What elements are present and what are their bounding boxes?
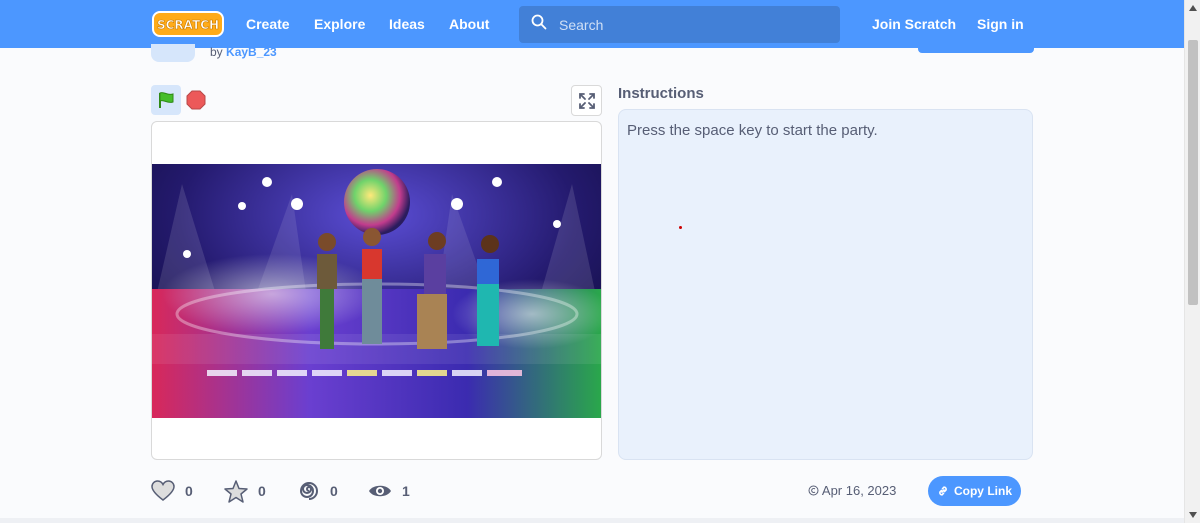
remix-swirl-icon	[299, 482, 318, 500]
copy-link-button[interactable]: Copy Link	[928, 476, 1021, 506]
top-navbar: SCRATCH Create Explore Ideas About Join …	[0, 0, 1184, 48]
project-stage[interactable]	[151, 121, 602, 460]
share-date: Apr 16, 2023	[808, 483, 896, 498]
disco-scene-image	[152, 164, 601, 418]
love-count: 0	[185, 483, 193, 499]
heart-icon	[151, 480, 175, 501]
join-scratch-link[interactable]: Join Scratch	[872, 0, 956, 48]
instructions-text: Press the space key to start the party.	[627, 122, 878, 139]
remix-count: 0	[330, 483, 338, 499]
scrollbar-thumb[interactable]	[1188, 40, 1198, 305]
remix-stat: 0	[298, 478, 338, 504]
view-stat: 1	[368, 478, 410, 504]
green-flag-button[interactable]	[151, 85, 181, 115]
fullscreen-button[interactable]	[571, 85, 602, 116]
author-link[interactable]: KayB_23	[226, 45, 277, 59]
author-avatar[interactable]	[151, 44, 195, 62]
nav-create[interactable]: Create	[246, 0, 290, 48]
scroll-up-arrow-icon[interactable]	[1185, 0, 1200, 16]
stop-button[interactable]	[185, 89, 207, 111]
sign-in-link[interactable]: Sign in	[977, 0, 1024, 48]
scroll-down-arrow-icon[interactable]	[1185, 507, 1200, 523]
svg-text:SCRATCH: SCRATCH	[157, 18, 219, 32]
share-date-text: Apr 16, 2023	[821, 483, 897, 498]
eye-icon	[369, 485, 391, 497]
by-label: by	[210, 45, 223, 59]
page-scrollbar[interactable]	[1184, 0, 1200, 523]
project-author-line: by KayB_23	[210, 45, 277, 59]
star-icon	[224, 479, 248, 503]
nav-explore[interactable]: Explore	[314, 0, 365, 48]
see-inside-button[interactable]	[918, 44, 1034, 53]
nav-about[interactable]: About	[449, 0, 489, 48]
copy-link-label: Copy Link	[953, 484, 1012, 498]
nav-ideas[interactable]: Ideas	[389, 0, 425, 48]
stop-sign-icon	[186, 90, 206, 110]
search-icon	[531, 14, 547, 35]
view-count: 1	[402, 483, 410, 499]
instructions-panel: Press the space key to start the party.	[618, 109, 1033, 460]
fullscreen-icon	[578, 92, 595, 109]
scratch-logo[interactable]: SCRATCH	[152, 11, 224, 37]
page-bottom-divider	[0, 518, 1184, 523]
search-bar	[519, 6, 840, 43]
search-input[interactable]	[559, 16, 819, 33]
copyright-icon	[808, 485, 819, 496]
cursor-dot	[679, 226, 682, 229]
link-icon	[939, 486, 947, 496]
favorite-count: 0	[258, 483, 266, 499]
favorite-stat[interactable]: 0	[224, 478, 266, 504]
green-flag-icon	[159, 92, 174, 108]
love-stat[interactable]: 0	[151, 478, 193, 504]
instructions-title: Instructions	[618, 85, 704, 102]
